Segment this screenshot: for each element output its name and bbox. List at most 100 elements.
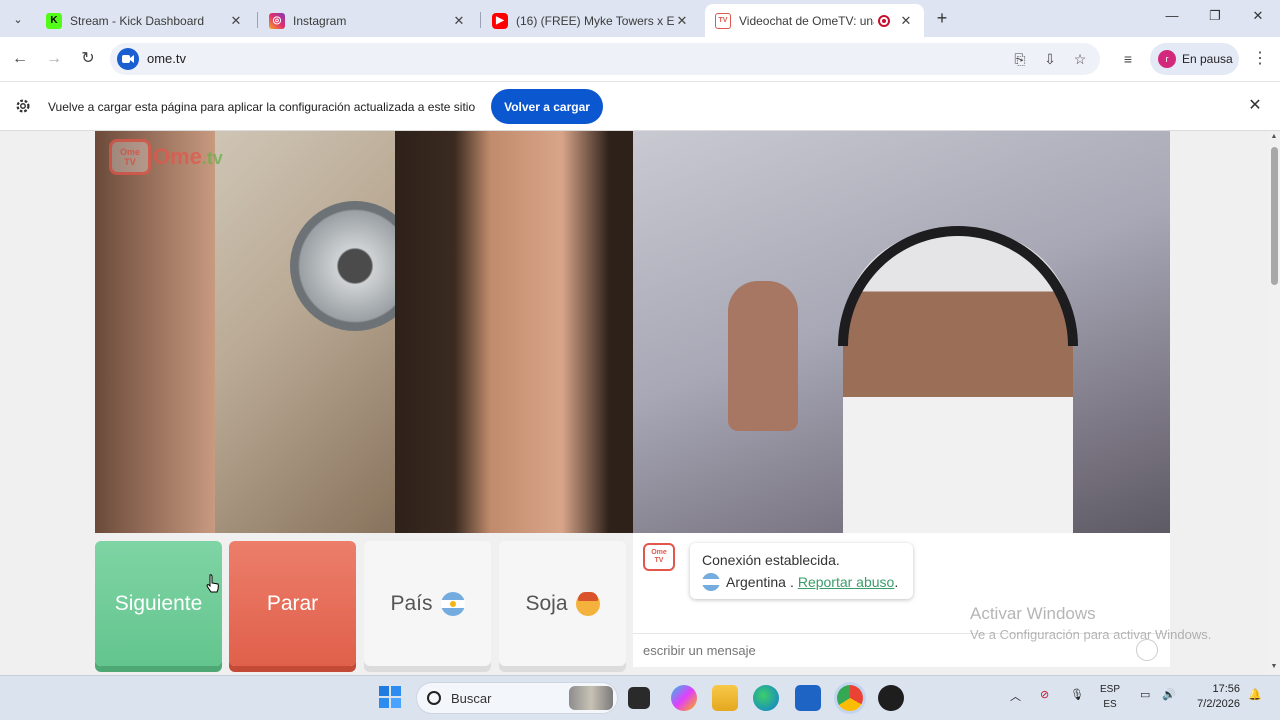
edge-icon[interactable] <box>753 685 779 711</box>
mouse-cursor-icon <box>206 574 219 593</box>
close-tab-icon[interactable]: ✕ <box>451 13 467 29</box>
ometv-chat-icon: Ome TV <box>643 543 675 571</box>
waving-hand <box>728 281 798 431</box>
search-label: Buscar <box>451 690 492 706</box>
activate-windows-subtitle: Ve a Configuración para activar Windows. <box>970 627 1212 642</box>
report-abuse-link[interactable]: Reportar abuso <box>798 574 895 590</box>
windows-taskbar: Buscar ︿ ⊘ 🎙 ESP ES ▭ 🔊 17:56 7/2/2026 🔔 <box>0 675 1280 720</box>
connection-status: Conexión establecida. <box>702 552 840 568</box>
page-scrollbar[interactable]: ▲ ▼ <box>1268 131 1280 675</box>
partner-country: Argentina <box>726 574 786 590</box>
tab-title: Instagram <box>293 13 347 28</box>
windows-start-icon[interactable] <box>378 685 404 711</box>
activate-windows-title: Activar Windows <box>970 604 1096 623</box>
argentina-flag-icon <box>440 591 465 616</box>
file-explorer-icon[interactable] <box>712 685 738 711</box>
infobar-message: Vuelve a cargar esta página para aplicar… <box>48 100 476 114</box>
recording-icon <box>878 14 890 27</box>
browser-toolbar: ← → ↻ ome.tv ⎘ ⇩ ☆ ≡ r En pausa ⋮ <box>0 37 1280 81</box>
country-label: País <box>390 591 433 615</box>
store-icon[interactable] <box>795 685 821 711</box>
more-menu-icon[interactable]: ⋮ <box>1250 48 1270 70</box>
chat-panel: Ome TV Conexión establecida. Argentina . … <box>633 533 1170 667</box>
volume-icon[interactable]: 🔊 <box>1162 688 1176 701</box>
gender-filter-button[interactable]: Soja <box>499 541 626 666</box>
close-window-icon[interactable]: ✕ <box>1246 8 1270 28</box>
remote-video: Ome TV Ome.tv <box>95 131 633 533</box>
emoji-smile-icon[interactable] <box>1136 639 1158 661</box>
kick-icon: K <box>46 12 62 29</box>
local-video <box>633 131 1170 533</box>
avatar: r <box>1158 50 1176 68</box>
scroll-down-arrow-icon[interactable]: ▼ <box>1269 663 1279 673</box>
tab-youtube[interactable]: ▶ (16) (FREE) Myke Towers x Eladi ✕ <box>482 4 700 37</box>
face-emoji-icon <box>575 591 600 616</box>
new-tab-button[interactable]: + <box>932 8 952 28</box>
tab-ometv[interactable]: TV Videochat de OmeTV: una a ✕ <box>705 4 924 37</box>
forward-arrow-icon[interactable]: → <box>43 48 65 70</box>
language-indicator[interactable]: ESP ES <box>1100 682 1120 712</box>
profile-button[interactable]: r En pausa <box>1150 43 1239 75</box>
argentina-flag-icon <box>702 573 720 591</box>
gender-label: Soja <box>525 591 568 615</box>
tab-title: Videochat de OmeTV: una a <box>739 13 874 28</box>
message-input[interactable] <box>643 643 1123 658</box>
gear-icon <box>16 99 30 113</box>
install-app-icon[interactable]: ⇩ <box>1040 49 1060 69</box>
remote-person-right <box>395 131 633 533</box>
microphone-icon[interactable]: 🎙 <box>1070 688 1084 701</box>
ometv-watermark-logo: Ome TV Ome.tv <box>109 139 223 175</box>
remote-person-left <box>95 131 215 533</box>
close-tab-icon[interactable]: ✕ <box>898 13 914 29</box>
youtube-icon: ▶ <box>492 12 508 29</box>
tab-title: (16) (FREE) Myke Towers x Eladi <box>516 13 674 28</box>
profile-label: En pausa <box>1182 52 1233 66</box>
media-control-icon[interactable]: ≡ <box>1118 49 1138 69</box>
scrollbar-thumb[interactable] <box>1271 147 1278 285</box>
system-message: Conexión establecida. Argentina . Report… <box>690 543 913 599</box>
notification-bell-icon[interactable]: 🔔 <box>1248 688 1262 701</box>
reload-page-button[interactable]: Volver a cargar <box>491 89 603 124</box>
tab-instagram[interactable]: ◎ Instagram ✕ <box>259 4 477 37</box>
close-infobar-icon[interactable]: ✕ <box>1246 97 1264 115</box>
copilot-icon[interactable] <box>671 685 697 711</box>
tab-title: Stream - Kick Dashboard <box>70 13 205 28</box>
bookmark-star-icon[interactable]: ☆ <box>1070 49 1090 69</box>
back-arrow-icon[interactable]: ← <box>9 48 31 70</box>
translate-icon[interactable]: ⎘ <box>1010 49 1030 69</box>
site-camera-icon[interactable] <box>117 48 139 70</box>
ometv-icon: TV <box>715 12 731 29</box>
search-highlight-image <box>569 686 613 710</box>
separator-dot: . <box>789 574 794 590</box>
next-button[interactable]: Siguiente <box>95 541 222 666</box>
headphones-icon <box>838 226 1078 346</box>
scroll-up-arrow-icon[interactable]: ▲ <box>1269 133 1279 143</box>
tab-separator <box>480 12 481 28</box>
security-icon[interactable]: ⊘ <box>1040 688 1049 701</box>
search-icon <box>427 691 441 705</box>
chevron-up-icon[interactable]: ︿ <box>1010 688 1021 704</box>
reload-infobar: Vuelve a cargar esta página para aplicar… <box>0 81 1280 131</box>
obs-icon[interactable] <box>878 685 904 711</box>
tab-search-chevron-icon[interactable]: ⌄ <box>6 7 30 31</box>
report-suffix: . <box>894 574 899 590</box>
country-filter-button[interactable]: País <box>364 541 491 666</box>
ometv-page: Ome TV Ome.tv Siguiente Parar País Soja O… <box>0 131 1268 675</box>
minimize-icon[interactable]: — <box>1160 8 1184 28</box>
restore-icon[interactable]: ❐ <box>1203 8 1227 28</box>
taskbar-search[interactable]: Buscar <box>416 682 618 714</box>
clock[interactable]: 17:56 7/2/2026 <box>1188 682 1240 712</box>
reload-icon[interactable]: ↻ <box>77 48 99 70</box>
tab-kick[interactable]: K Stream - Kick Dashboard ✕ <box>36 4 254 37</box>
network-icon[interactable]: ▭ <box>1140 688 1150 701</box>
task-view-icon[interactable] <box>628 687 650 709</box>
chrome-icon[interactable] <box>837 685 863 711</box>
close-tab-icon[interactable]: ✕ <box>674 13 690 29</box>
instagram-icon: ◎ <box>269 12 285 29</box>
ometv-tv-icon: Ome TV <box>109 139 151 175</box>
url-text: ome.tv <box>147 51 187 66</box>
tab-separator <box>257 12 258 28</box>
address-bar[interactable]: ome.tv ⎘ ⇩ ☆ <box>110 43 1100 75</box>
stop-button[interactable]: Parar <box>229 541 356 666</box>
close-tab-icon[interactable]: ✕ <box>228 13 244 29</box>
